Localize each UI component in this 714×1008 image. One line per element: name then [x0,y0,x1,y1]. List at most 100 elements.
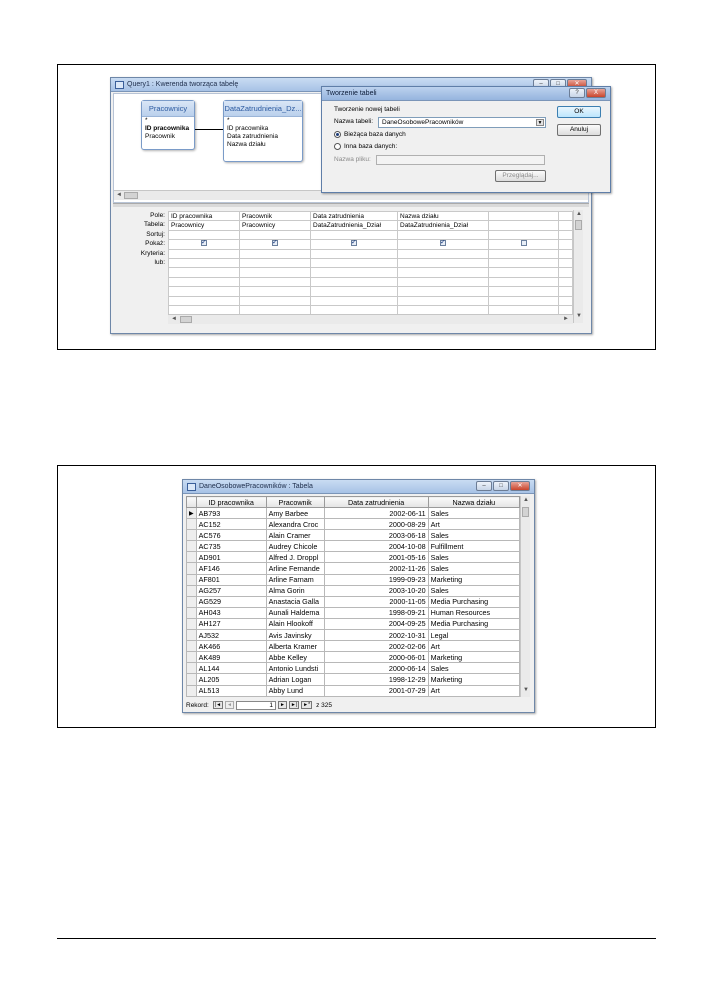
record-selector[interactable] [186,640,197,653]
record-selector[interactable] [186,629,197,642]
table-row[interactable]: ▶ AB793 Amy Barbee 2002-06-11 Sales [186,506,521,520]
table-cell[interactable]: 1999-09-23 [323,573,429,586]
table-cell[interactable]: 2004-09-25 [323,617,429,631]
field-item[interactable]: * [224,117,302,125]
grid-cell[interactable]: DataZatrudnienia_Dział [397,220,489,231]
table-row[interactable]: AH043 Aunali Haldema 1998-09-21 Human Resou… [186,606,521,619]
table-row[interactable]: AL513 Abby Lund 2001-07-29 Art [186,684,521,697]
first-record-button[interactable]: |◄ [212,701,224,709]
column-header[interactable]: ID pracownika [195,496,267,508]
next-record-button[interactable]: ► [277,701,287,709]
table-cell[interactable]: AG257 [195,584,267,597]
grid-cell[interactable] [488,220,559,231]
grid-cell[interactable]: DataZatrudnienia_Dział [310,220,398,231]
table-row[interactable]: AG257 Alma Gorin 2003-10-20 Sales [186,584,521,597]
pane-splitter[interactable] [113,203,589,207]
table-cell[interactable]: Alexandra Croc [265,518,325,531]
table-cell[interactable]: Amy Barbee [265,506,325,520]
table-cell[interactable]: 2003-06-18 [323,529,429,542]
table-cell[interactable]: Sales [427,562,521,575]
table-cell[interactable]: Abby Lund [265,684,325,697]
table-cell[interactable]: 1998-09-21 [323,606,429,619]
table-cell[interactable]: Marketing [427,573,521,586]
dialog-titlebar[interactable]: Tworzenie tabeli [322,87,610,101]
table-cell[interactable]: Arline Fernande [265,562,325,575]
table-cell[interactable]: AJ532 [195,629,267,642]
table-cell[interactable]: AC735 [195,540,267,553]
grid-cell[interactable]: Data zatrudnienia [310,210,398,222]
scroll-right-icon[interactable]: ► [563,316,569,322]
radio-current-db[interactable]: Bieżąca baza danych [334,131,406,138]
grid-cell[interactable] [488,210,559,222]
maximize-button[interactable]: □ [493,481,509,491]
table-cell[interactable]: AB793 [195,506,267,520]
field-item[interactable]: ID pracownika [224,125,302,133]
table-cell[interactable]: AF146 [195,562,267,575]
table-cell[interactable]: AF801 [195,573,267,586]
record-selector[interactable] [186,617,197,631]
file-name-input[interactable] [376,155,545,165]
table-cell[interactable]: 2002-02-06 [323,640,429,653]
table-cell[interactable]: Legal [427,629,521,642]
column-header[interactable]: Nazwa działu [427,496,521,508]
table-box-datazatrudnienia[interactable]: DataZatrudnienia_Dz... * ID pracownika D… [223,100,303,162]
table-cell[interactable]: AL144 [195,662,267,675]
table-row[interactable]: AK466 Alberta Kramer 2002-02-06 Art [186,640,521,653]
table-cell[interactable]: AH043 [195,606,267,619]
table-cell[interactable]: 2004-10-08 [323,540,429,553]
table-row[interactable]: AH127 Alain Hlookoff 2004-09-25 Media Purch… [186,617,521,631]
show-checkbox[interactable] [520,240,527,247]
grid-cell[interactable] [558,220,573,231]
table-row[interactable]: AL144 Antonio Lundsti 2000-06-14 Sales [186,662,521,675]
table-cell[interactable]: Alberta Kramer [265,640,325,653]
show-checkbox[interactable] [272,240,278,247]
table-cell[interactable]: Alfred J. Droppl [265,551,325,564]
dropdown-arrow-icon[interactable]: ▼ [536,119,544,126]
table-cell[interactable]: Sales [427,551,521,564]
table-cell[interactable]: Anastacia Galla [265,595,325,608]
table-cell[interactable]: Media Purchasing [427,595,521,608]
record-number-input[interactable]: 1 [235,700,276,710]
grid-cell[interactable]: ID pracownika [168,210,240,222]
show-checkbox[interactable] [440,240,446,247]
table-cell[interactable]: AL513 [195,684,267,697]
table-row[interactable]: AF801 Arline Farnam 1999-09-23 Marketing [186,573,521,586]
table-cell[interactable]: AC576 [195,529,267,542]
table-cell[interactable]: 2000-06-01 [323,651,429,664]
scroll-thumb[interactable] [124,192,138,199]
table-cell[interactable]: Marketing [427,651,521,664]
table-cell[interactable]: Audrey Chicole [265,540,325,553]
prev-record-button[interactable]: ◄ [225,701,234,709]
record-selector[interactable] [186,540,197,553]
table-row[interactable]: AK489 Abbe Kelley 2000-06-01 Marketing [186,651,521,664]
close-button[interactable]: ✕ [510,481,530,491]
table-cell[interactable]: Aunali Haldema [265,606,325,619]
browse-button[interactable]: Przeglądaj... [495,170,546,182]
table-cell[interactable]: 2003-10-20 [323,584,429,597]
table-row[interactable]: AC735 Audrey Chicole 2004-10-08 Fulfillment [186,540,521,553]
grid-cell[interactable]: Pracownicy [239,220,311,231]
table-cell[interactable]: 2000-11-05 [323,595,429,608]
record-selector[interactable] [186,651,197,664]
record-selector[interactable] [186,606,197,619]
scroll-down-icon[interactable]: ▼ [576,313,582,319]
record-selector[interactable] [186,673,197,686]
table-name-combo[interactable]: DaneOsobowePracowników ▼ [378,117,546,128]
table-cell[interactable]: Alma Gorin [265,584,325,597]
table-cell[interactable]: Sales [427,506,521,520]
table-cell[interactable]: Sales [427,662,521,675]
record-selector[interactable] [186,518,197,531]
scroll-thumb[interactable] [180,316,192,323]
column-header[interactable]: Pracownik [265,496,325,508]
table-cell[interactable]: 1998-12-29 [323,673,429,686]
record-selector[interactable] [186,684,197,697]
record-selector[interactable] [186,584,197,597]
record-selector[interactable] [186,662,197,675]
table-cell[interactable]: Marketing [427,673,521,686]
grid-vscroll[interactable]: ▲ ▼ [573,210,583,323]
table-cell[interactable]: Art [427,640,521,653]
table-cell[interactable]: AL205 [195,673,267,686]
show-checkbox[interactable] [201,240,207,247]
last-record-button[interactable]: ►| [288,701,300,709]
radio-other-db[interactable]: Inna baza danych: [334,143,397,150]
